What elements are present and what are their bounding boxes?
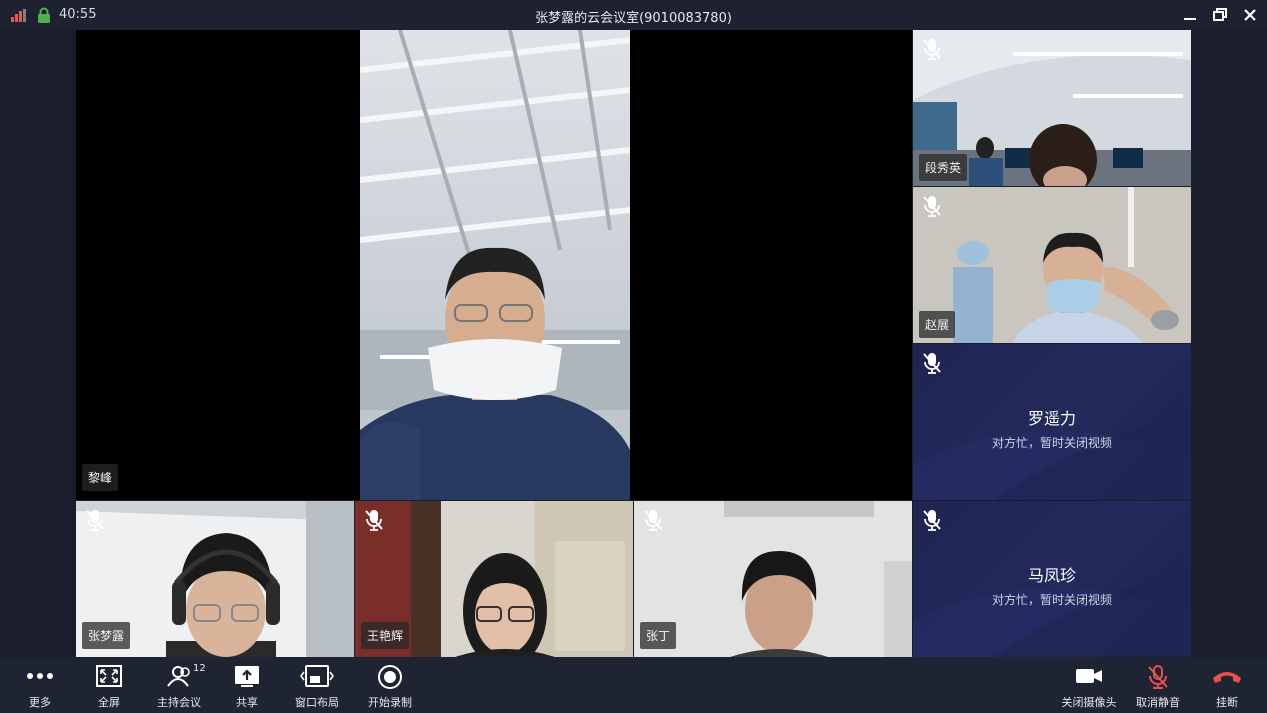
record-icon (378, 665, 402, 689)
participants-icon (167, 666, 190, 687)
more-icon (27, 673, 53, 679)
participant-tile[interactable]: 赵展 (913, 187, 1191, 343)
video-stage: 黎峰 段秀英 赵展 罗遥力 对方忙，暂时关闭视频 张梦露 王艳辉 张丁 马凤珍 … (0, 30, 1267, 657)
participant-name-tag: 黎峰 (82, 464, 119, 491)
more-button[interactable]: 更多 (14, 657, 66, 713)
unmute-label: 取消静音 (1136, 696, 1180, 709)
muted-mic-icon (923, 39, 941, 60)
share-button[interactable]: 共享 (224, 657, 270, 713)
main-video-feed (360, 30, 630, 500)
participant-name-tag: 段秀英 (919, 154, 968, 181)
host-meeting-button[interactable]: 12 主持会议 (148, 657, 210, 713)
window-layout-button[interactable]: 窗口布局 (289, 657, 345, 713)
fullscreen-label: 全屏 (98, 696, 120, 709)
meeting-title: 张梦露的云会议室(9010083780) (535, 11, 732, 26)
hang-up-icon (1213, 672, 1241, 683)
start-recording-button[interactable]: 开始录制 (362, 657, 418, 713)
turn-off-camera-button[interactable]: 关闭摄像头 (1058, 657, 1120, 713)
muted-mic-icon (644, 510, 662, 531)
turn-off-camera-label: 关闭摄像头 (1061, 696, 1117, 709)
start-recording-label: 开始录制 (368, 696, 412, 709)
fullscreen-icon (96, 665, 122, 687)
participant-tile[interactable]: 张丁 (634, 501, 912, 657)
restore-icon[interactable] (1211, 6, 1229, 24)
more-label: 更多 (29, 696, 51, 709)
mic-muted-icon (1148, 665, 1168, 689)
hang-up-label: 挂断 (1216, 696, 1238, 709)
host-meeting-label: 主持会议 (157, 696, 201, 709)
main-video-tile[interactable]: 黎峰 (76, 30, 912, 500)
window-layout-label: 窗口布局 (295, 696, 339, 709)
participant-name: 罗遥力 (1027, 409, 1076, 428)
participant-tile-video-off[interactable]: 罗遥力 对方忙，暂时关闭视频 (913, 344, 1191, 500)
share-label: 共享 (236, 696, 258, 709)
participant-name-tag: 赵展 (919, 311, 956, 338)
participant-name: 马凤珍 (1027, 566, 1076, 585)
participant-tile[interactable]: 王艳辉 (355, 501, 633, 657)
meeting-toolbar: 更多 全屏 12 主持会议 共享 窗口布局 开始录制 关闭摄像头 取消静音 挂断 (0, 657, 1267, 713)
close-icon[interactable] (1241, 6, 1259, 24)
camera-icon (1076, 669, 1102, 683)
participant-tile-video-off[interactable]: 马凤珍 对方忙，暂时关闭视频 (913, 501, 1191, 657)
hang-up-button[interactable]: 挂断 (1202, 657, 1252, 713)
participant-name-tag: 王艳辉 (361, 622, 410, 649)
participant-name-tag: 张梦露 (82, 622, 131, 649)
muted-mic-icon (923, 196, 941, 217)
fullscreen-button[interactable]: 全屏 (84, 657, 134, 713)
layout-icon (300, 665, 334, 687)
unmute-button[interactable]: 取消静音 (1130, 657, 1186, 713)
muted-mic-icon (365, 510, 383, 531)
muted-mic-icon (923, 510, 941, 531)
title-bar: 40:55 张梦露的云会议室(9010083780) (0, 0, 1267, 30)
share-screen-icon (235, 666, 259, 687)
minimize-icon[interactable] (1181, 6, 1199, 24)
participant-name-tag: 张丁 (640, 622, 677, 649)
video-off-status: 对方忙，暂时关闭视频 (991, 593, 1112, 607)
participant-count-badge: 12 (193, 663, 206, 674)
muted-mic-icon (86, 510, 104, 531)
video-off-status: 对方忙，暂时关闭视频 (991, 436, 1112, 450)
participant-tile[interactable]: 张梦露 (76, 501, 354, 657)
muted-mic-icon (923, 353, 941, 374)
participant-tile[interactable]: 段秀英 (913, 30, 1191, 186)
